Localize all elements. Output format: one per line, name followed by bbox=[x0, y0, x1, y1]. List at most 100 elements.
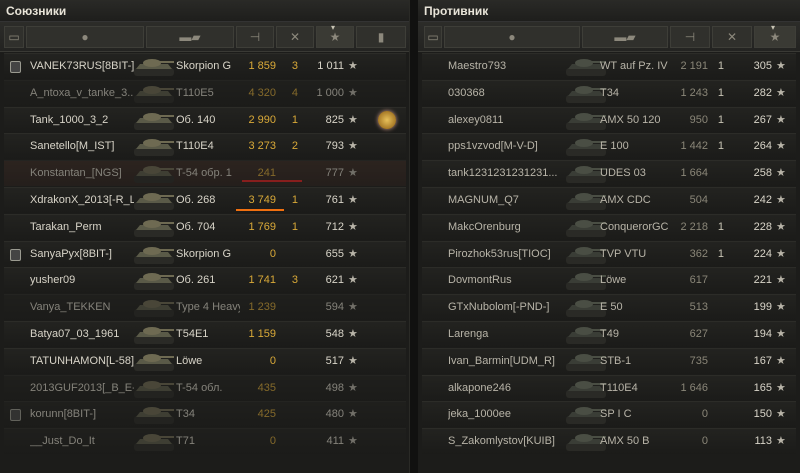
tank-icon[interactable]: ▬▰ bbox=[582, 26, 668, 48]
table-row[interactable]: Batya07_03_1961 T54E1 1 159 548 ★ bbox=[4, 321, 406, 347]
player-name[interactable]: VANEK73RUS[8BIT-] bbox=[30, 54, 134, 79]
table-row[interactable]: Pirozhok53rus[TIOC] TVP VTU 362 1 224 ★ bbox=[422, 240, 796, 267]
table-row[interactable]: Tank_1000_3_2 Об. 140 2 990 1 825 ★ bbox=[4, 106, 406, 133]
table-row[interactable]: S_Zakomlystov[KUIB] AMX 50 B 0 113 ★ bbox=[422, 428, 796, 455]
player-name[interactable]: korunn[8BIT-] bbox=[30, 402, 134, 427]
tank-name: T34 bbox=[600, 86, 619, 99]
table-row[interactable]: pps1vzvod[M-V-D] E 100 1 442 1 264 ★ bbox=[422, 133, 796, 160]
xp-value: 305 bbox=[753, 60, 772, 72]
player-name[interactable]: SanyaPyx[8BIT-] bbox=[30, 242, 134, 267]
star-icon: ★ bbox=[348, 140, 358, 153]
xp-icon[interactable]: ▾ ★ bbox=[316, 23, 354, 48]
player-name[interactable]: A_ntoxa_v_tanke_3... bbox=[30, 81, 134, 106]
table-row[interactable]: SanyaPyx[8BIT-] Skorpion G 0 655 ★ bbox=[4, 240, 406, 267]
player-name[interactable]: alkapone246 bbox=[448, 376, 566, 401]
player-name[interactable]: yusher09 bbox=[30, 268, 134, 293]
damage-value: 0 bbox=[269, 247, 276, 260]
table-row[interactable]: DovmontRus Löwe 617 221 ★ bbox=[422, 267, 796, 294]
damage-value: 1 664 bbox=[680, 167, 708, 180]
table-row[interactable]: Sanetello[M_IST] T110E4 3 273 2 793 ★ bbox=[4, 133, 406, 160]
table-row[interactable]: 030368 T34 1 243 1 282 ★ bbox=[422, 79, 796, 106]
table-row[interactable]: Larenga T49 627 194 ★ bbox=[422, 321, 796, 347]
platoon-icon[interactable]: ▭ bbox=[4, 26, 24, 48]
player-name[interactable]: TATUNHAMON[L-58] bbox=[30, 349, 134, 374]
table-row[interactable]: Vanya_TEKKEN Type 4 Heavy 1 239 594 ★ bbox=[4, 294, 406, 321]
damage-value: 1 741 bbox=[248, 274, 276, 287]
player-name[interactable]: Tank_1000_3_2 bbox=[30, 108, 134, 133]
player-name[interactable]: Tarakan_Perm bbox=[30, 215, 134, 240]
player-name[interactable]: Maestro793 bbox=[448, 54, 566, 79]
player-name[interactable]: Ivan_Barmin[UDM_R] bbox=[448, 349, 566, 374]
player-name[interactable]: Vanya_TEKKEN bbox=[30, 295, 134, 320]
player-name[interactable]: S_Zakomlystov[KUIB] bbox=[448, 429, 566, 454]
table-row[interactable]: alexey0811 AMX 50 120 950 1 267 ★ bbox=[422, 106, 796, 133]
star-icon: ★ bbox=[348, 354, 358, 367]
table-row[interactable]: XdrakonX_2013[-R_L] Об. 268 3 749 1 761 ★ bbox=[4, 187, 406, 213]
damage-value: 627 bbox=[689, 328, 708, 340]
star-icon: ★ bbox=[348, 194, 358, 206]
player-name[interactable]: Larenga bbox=[448, 322, 566, 347]
table-row[interactable]: korunn[8BIT-] T34 425 480 ★ bbox=[4, 401, 406, 428]
xp-icon[interactable]: ▾ ★ bbox=[754, 23, 796, 48]
kills-value: 1 bbox=[717, 220, 724, 233]
damage-value: 0 bbox=[269, 435, 276, 448]
table-row[interactable]: Ivan_Barmin[UDM_R] STB-1 735 167 ★ bbox=[422, 347, 796, 374]
tank-icon[interactable]: ▬▰ bbox=[146, 26, 234, 48]
damage-icon[interactable]: ⊣ bbox=[670, 26, 710, 48]
player-name[interactable]: tank1231231231231... bbox=[448, 161, 566, 186]
tank-name: T49 bbox=[600, 328, 619, 340]
table-row[interactable]: 2013GUF2013[_B_E-] T-54 обл. 435 498 ★ bbox=[4, 374, 406, 401]
platoon-icon[interactable]: ▭ bbox=[424, 26, 442, 48]
table-row[interactable]: jeka_1000ee SP I C 0 150 ★ bbox=[422, 401, 796, 428]
table-row[interactable]: MakcOrenburg ConquerorGC 2 218 1 228 ★ bbox=[422, 213, 796, 240]
table-row[interactable]: TATUNHAMON[L-58] Löwe 0 517 ★ bbox=[4, 347, 406, 374]
player-name[interactable]: __Just_Do_It bbox=[30, 429, 134, 454]
player-name[interactable]: alexey0811 bbox=[448, 108, 566, 133]
table-row[interactable]: alkapone246 T110E4 1 646 165 ★ bbox=[422, 374, 796, 401]
player-name[interactable]: MakcOrenburg bbox=[448, 215, 566, 240]
kills-value bbox=[280, 242, 298, 267]
player-name[interactable]: DovmontRus bbox=[448, 268, 566, 293]
medal-icon[interactable]: ▮ bbox=[356, 26, 406, 48]
player-name[interactable]: 030368 bbox=[448, 81, 566, 106]
star-icon: ★ bbox=[348, 408, 358, 421]
star-icon: ★ bbox=[776, 354, 786, 367]
table-row[interactable]: Tarakan_Perm Об. 704 1 769 1 712 ★ bbox=[4, 213, 406, 240]
player-name[interactable]: 2013GUF2013[_B_E-] bbox=[30, 376, 134, 401]
player-name[interactable]: jeka_1000ee bbox=[448, 402, 566, 427]
tank-name: T34 bbox=[176, 408, 195, 421]
red-underline bbox=[242, 180, 302, 183]
player-name[interactable]: XdrakonX_2013[-R_L] bbox=[30, 188, 134, 213]
star-icon: ★ bbox=[348, 60, 358, 72]
player-name[interactable]: Konstantan_[NGS] bbox=[30, 161, 134, 186]
table-row[interactable]: A_ntoxa_v_tanke_3... T110E5 4 320 4 1 000 ★ bbox=[4, 79, 406, 106]
player-name[interactable]: MAGNUM_Q7 bbox=[448, 188, 566, 213]
table-row[interactable]: Maestro793 WT auf Pz. IV 2 191 1 305 ★ bbox=[422, 53, 796, 79]
xp-value: 1 000 bbox=[316, 86, 344, 99]
kills-icon[interactable]: ✕ bbox=[276, 26, 314, 48]
tank-icon bbox=[132, 216, 176, 240]
table-row[interactable]: VANEK73RUS[8BIT-] Skorpion G 1 859 3 1 011 ★ bbox=[4, 53, 406, 79]
kills-value bbox=[712, 349, 724, 374]
table-row[interactable]: tank1231231231231... UDES 03 1 664 258 ★ bbox=[422, 160, 796, 187]
table-row[interactable]: MAGNUM_Q7 AMX CDC 504 242 ★ bbox=[422, 187, 796, 213]
damage-value: 241 bbox=[257, 167, 276, 180]
player-name[interactable]: pps1vzvod[M-V-D] bbox=[448, 134, 566, 159]
kills-value: 1 bbox=[717, 86, 724, 99]
table-row[interactable]: __Just_Do_It T71 0 411 ★ bbox=[4, 428, 406, 455]
xp-value: 228 bbox=[753, 220, 772, 233]
table-row[interactable]: Konstantan_[NGS] T-54 обр. 1 241 777 ★ bbox=[4, 160, 406, 187]
table-row[interactable]: GTxNubolom[-PND-] E 50 513 199 ★ bbox=[422, 294, 796, 321]
player-name[interactable]: Pirozhok53rus[TIOC] bbox=[448, 242, 566, 267]
player-icon[interactable]: ● bbox=[444, 26, 580, 48]
table-row[interactable]: yusher09 Об. 261 1 741 3 621 ★ bbox=[4, 267, 406, 294]
player-name[interactable]: Batya07_03_1961 bbox=[30, 322, 134, 347]
tank-name: WT auf Pz. IV bbox=[600, 60, 668, 72]
player-name[interactable]: GTxNubolom[-PND-] bbox=[448, 295, 566, 320]
damage-icon[interactable]: ⊣ bbox=[236, 26, 274, 48]
tank-name: E 100 bbox=[600, 140, 629, 153]
player-icon[interactable]: ● bbox=[26, 26, 144, 48]
player-name[interactable]: Sanetello[M_IST] bbox=[30, 134, 134, 159]
xp-value: 150 bbox=[753, 408, 772, 421]
kills-icon[interactable]: ✕ bbox=[712, 26, 752, 48]
